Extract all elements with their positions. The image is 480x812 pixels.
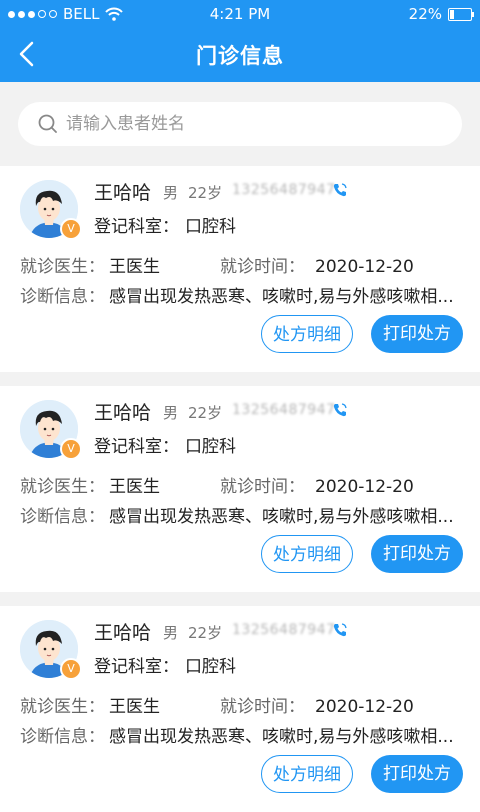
battery-fill — [450, 9, 454, 19]
dept-value: 口腔科 — [185, 217, 236, 237]
search-icon — [38, 114, 57, 133]
dept-value: 口腔科 — [185, 437, 236, 457]
diagnosis-label: 诊断信息： — [20, 287, 105, 307]
patient-name: 王哈哈 — [94, 622, 152, 644]
doctor-row: 就诊医生： 王医生 — [20, 252, 160, 277]
diagnosis-row: 诊断信息： 感冒出现发热恶寒、咳嗽时,易与外感咳嗽相... — [20, 282, 464, 307]
search-bar[interactable] — [18, 102, 462, 146]
diagnosis-value: 感冒出现发热恶寒、咳嗽时,易与外感咳嗽相... — [109, 727, 454, 747]
record-card[interactable]: V 王哈哈 男 22岁 13256487947 登记科室： 口腔科 就诊医生： 王医… — [0, 606, 480, 812]
diagnosis-value: 感冒出现发热恶寒、咳嗽时,易与外感咳嗽相... — [109, 507, 454, 527]
patient-gender: 男 — [163, 624, 179, 642]
search-input[interactable] — [64, 113, 428, 135]
visit-time-value: 2020-12-20 — [315, 257, 414, 277]
patient-gender: 男 — [163, 184, 179, 202]
visit-time-row: 就诊时间： 2020-12-20 — [220, 252, 414, 277]
avatar: V — [20, 620, 82, 680]
patient-phone: 13256487947 — [232, 622, 336, 638]
prescription-detail-button[interactable]: 处方明细 — [261, 755, 353, 793]
diagnosis-row: 诊断信息： 感冒出现发热恶寒、咳嗽时,易与外感咳嗽相... — [20, 722, 464, 747]
doctor-row: 就诊医生： 王医生 — [20, 472, 160, 497]
header: BELL 4:21 PM 22% 门诊信息 — [0, 0, 480, 82]
dept-label: 登记科室： — [94, 437, 179, 457]
vip-badge: V — [60, 658, 82, 680]
nav-bar: 门诊信息 — [0, 28, 480, 82]
print-prescription-button[interactable]: 打印处方 — [371, 755, 463, 793]
dept-value: 口腔科 — [185, 657, 236, 677]
visit-time-value: 2020-12-20 — [315, 697, 414, 717]
doctor-row: 就诊医生： 王医生 — [20, 692, 160, 717]
diagnosis-label: 诊断信息： — [20, 727, 105, 747]
search-section — [0, 82, 480, 166]
print-prescription-button[interactable]: 打印处方 — [371, 315, 463, 353]
avatar: V — [20, 400, 82, 460]
record-card[interactable]: V 王哈哈 男 22岁 13256487947 登记科室： 口腔科 就诊医生： 王医… — [0, 166, 480, 372]
patient-name: 王哈哈 — [94, 402, 152, 424]
dept-row: 登记科室： 口腔科 — [94, 212, 236, 237]
dept-row: 登记科室： 口腔科 — [94, 652, 236, 677]
dept-label: 登记科室： — [94, 657, 179, 677]
visit-time-label: 就诊时间： — [220, 257, 305, 277]
phone-icon[interactable] — [332, 402, 348, 418]
status-bar: BELL 4:21 PM 22% — [0, 0, 480, 28]
print-prescription-button[interactable]: 打印处方 — [371, 535, 463, 573]
battery-icon — [448, 7, 474, 21]
doctor-value: 王医生 — [109, 257, 160, 277]
dept-label: 登记科室： — [94, 217, 179, 237]
diagnosis-label: 诊断信息： — [20, 507, 105, 527]
vip-badge: V — [60, 218, 82, 240]
phone-icon[interactable] — [332, 622, 348, 638]
patient-age: 22岁 — [188, 184, 223, 202]
prescription-detail-button[interactable]: 处方明细 — [261, 535, 353, 573]
patient-phone: 13256487947 — [232, 402, 336, 418]
doctor-value: 王医生 — [109, 697, 160, 717]
doctor-label: 就诊医生： — [20, 257, 105, 277]
record-card[interactable]: V 王哈哈 男 22岁 13256487947 登记科室： 口腔科 就诊医生： 王医… — [0, 386, 480, 592]
patient-name: 王哈哈 — [94, 182, 152, 204]
diagnosis-value: 感冒出现发热恶寒、咳嗽时,易与外感咳嗽相... — [109, 287, 454, 307]
visit-time-label: 就诊时间： — [220, 697, 305, 717]
visit-time-row: 就诊时间： 2020-12-20 — [220, 692, 414, 717]
phone-icon[interactable] — [332, 182, 348, 198]
doctor-label: 就诊医生： — [20, 697, 105, 717]
dept-row: 登记科室： 口腔科 — [94, 432, 236, 457]
battery-percent: 22% — [408, 5, 442, 23]
visit-time-value: 2020-12-20 — [315, 477, 414, 497]
visit-time-label: 就诊时间： — [220, 477, 305, 497]
prescription-detail-button[interactable]: 处方明细 — [261, 315, 353, 353]
vip-badge: V — [60, 438, 82, 460]
patient-age: 22岁 — [188, 624, 223, 642]
visit-time-row: 就诊时间： 2020-12-20 — [220, 472, 414, 497]
diagnosis-row: 诊断信息： 感冒出现发热恶寒、咳嗽时,易与外感咳嗽相... — [20, 502, 464, 527]
status-right: 22% — [408, 5, 474, 23]
patient-phone: 13256487947 — [232, 182, 336, 198]
avatar: V — [20, 180, 82, 240]
doctor-label: 就诊医生： — [20, 477, 105, 497]
page-title: 门诊信息 — [196, 44, 284, 68]
patient-age: 22岁 — [188, 404, 223, 422]
patient-gender: 男 — [163, 404, 179, 422]
doctor-value: 王医生 — [109, 477, 160, 497]
